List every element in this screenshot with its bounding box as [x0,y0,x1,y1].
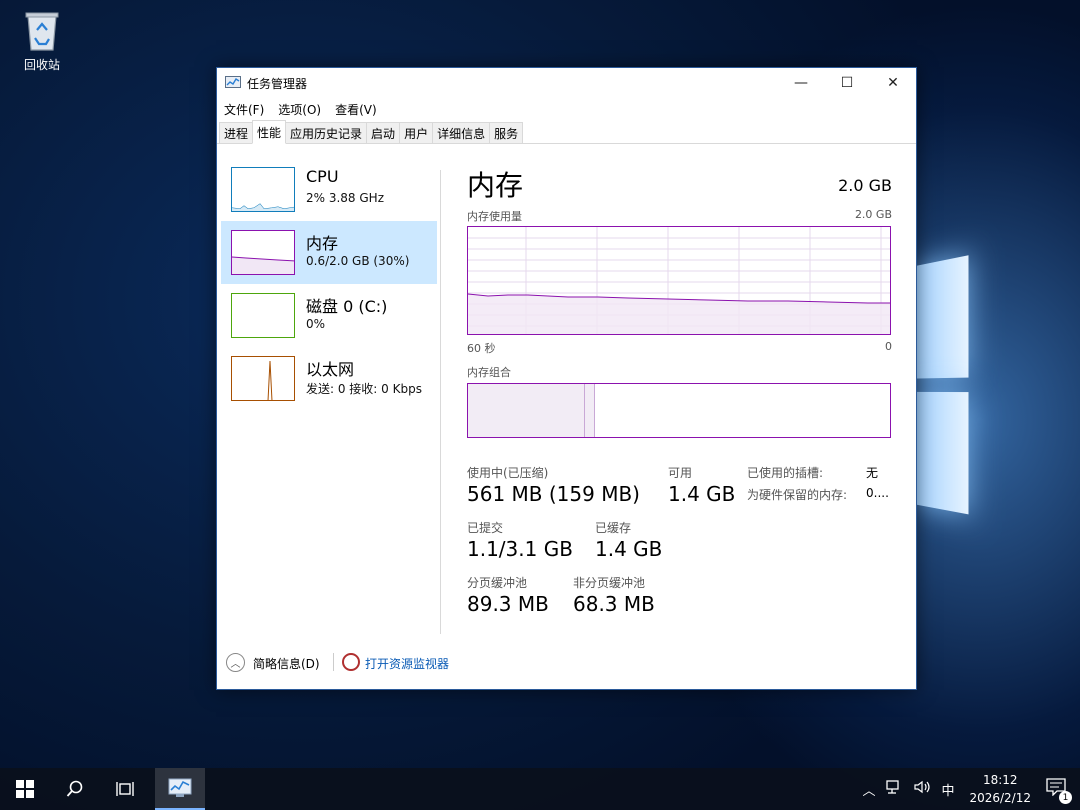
slots-label: 已使用的插槽: [747,466,824,480]
menu-file[interactable]: 文件(F) [224,101,264,118]
task-view-button[interactable] [102,768,150,810]
composition-in-use [468,384,585,437]
window-title: 任务管理器 [247,76,308,91]
recycle-bin-shortcut[interactable]: 回收站 [14,8,70,73]
search-icon [66,780,83,797]
tab-performance[interactable]: 性能 [252,120,287,144]
ethernet-thumbnail-graph [231,356,295,401]
cpu-usage: 2% 3.88 GHz [306,191,385,205]
memory-thumbnail-graph [231,230,295,275]
tab-details[interactable]: 详细信息 [432,122,491,143]
composition-modified [585,384,595,437]
task-manager-icon [225,76,241,88]
paged-pool-label: 分页缓冲池 [467,576,528,590]
recycle-bin-label: 回收站 [23,58,60,72]
windows-logo-wallpaper [914,253,979,526]
menu-view[interactable]: 查看(V) [335,101,377,118]
resource-monitor-icon [342,653,360,671]
clock-time: 18:12 [982,773,1018,787]
memory-usage: 0.6/2.0 GB (30%) [306,254,410,268]
disk-label: 磁盘 0 (C:) [306,297,388,316]
memory-usage-graph [467,226,891,335]
tab-services[interactable]: 服务 [489,122,524,143]
ethernet-throughput: 发送: 0 接收: 0 Kbps [306,382,422,396]
sidebar-item-disk[interactable]: 磁盘 0 (C:) 0% [221,284,437,347]
memory-title: 内存 [467,169,524,202]
menu-options[interactable]: 选项(O) [278,101,321,118]
system-tray: ︿ 中 18:12 2026/2/12 1 [857,768,1080,810]
sidebar-item-ethernet[interactable]: 以太网 发送: 0 接收: 0 Kbps [221,347,437,410]
memory-label: 内存 [306,234,339,253]
cached-label: 已缓存 [595,521,632,535]
in-use-label: 使用中(已压缩) [467,466,549,480]
graph-axis-right: 0 [885,340,892,353]
fewer-details-link[interactable]: 简略信息(D) [253,655,320,672]
usage-graph-label: 内存使用量 [467,210,522,223]
collapse-chevron-icon[interactable]: ︿ [226,653,245,672]
taskbar-task-manager[interactable] [155,768,205,810]
close-button[interactable]: ✕ [870,68,916,98]
windows-start-icon [16,780,34,798]
cached-value: 1.4 GB [595,537,663,561]
title-bar[interactable]: 任务管理器 — ☐ ✕ [217,68,916,98]
pane-divider[interactable] [440,170,441,634]
show-hidden-icons-chevron-icon[interactable]: ︿ [862,780,875,799]
search-button[interactable] [52,768,98,810]
tab-processes[interactable]: 进程 [219,122,254,143]
tab-startup[interactable]: 启动 [366,122,401,143]
taskbar: ︿ 中 18:12 2026/2/12 1 [0,768,1080,810]
sidebar-item-cpu[interactable]: CPU 2% 3.88 GHz [221,158,437,221]
clock-date: 2026/2/12 [969,791,1031,805]
committed-label: 已提交 [467,521,504,535]
maximize-icon: ☐ [840,75,854,91]
nonpaged-pool-value: 68.3 MB [573,592,655,616]
notification-count-badge: 1 [1059,791,1072,804]
clock[interactable]: 18:12 2026/2/12 [969,771,1031,807]
recycle-bin-icon [22,8,62,52]
disk-usage: 0% [306,317,326,331]
tab-app-history[interactable]: 应用历史记录 [285,122,368,143]
disk-thumbnail-graph [231,293,295,338]
memory-composition-bar [467,383,891,438]
start-button[interactable] [0,768,50,810]
task-view-icon [116,782,134,796]
window-footer: ︿ 简略信息(D) 打开资源监视器 [217,639,916,689]
minimize-icon: — [794,75,808,91]
footer-separator [333,653,334,671]
committed-value: 1.1/3.1 GB [467,537,573,561]
paged-pool-value: 89.3 MB [467,592,549,616]
ime-indicator[interactable]: 中 [941,780,954,799]
tab-strip: 进程 性能 应用历史记录 启动 用户 详细信息 服务 [217,120,916,144]
sidebar-item-memory[interactable]: 内存 0.6/2.0 GB (30%) [221,221,437,284]
ethernet-label: 以太网 [306,360,355,379]
usage-graph-max: 2.0 GB [854,208,892,221]
nonpaged-pool-label: 非分页缓冲池 [573,576,646,590]
maximize-button[interactable]: ☐ [824,68,870,98]
cpu-label: CPU [306,167,339,186]
slots-value: 无 [866,466,879,480]
resource-sidebar: CPU 2% 3.88 GHz 内存 0.6/2.0 GB (30%) 磁盘 0… [221,158,437,410]
performance-content: CPU 2% 3.88 GHz 内存 0.6/2.0 GB (30%) 磁盘 0… [217,146,916,689]
graph-axis-left: 60 秒 [467,342,496,355]
available-label: 可用 [668,466,693,480]
network-icon[interactable] [885,779,903,799]
memory-total: 2.0 GB [838,176,892,195]
volume-icon[interactable] [913,779,931,799]
menu-bar: 文件(F) 选项(O) 查看(V) [217,98,916,120]
composition-label: 内存组合 [467,366,511,379]
available-value: 1.4 GB [668,482,736,506]
open-resource-monitor-link[interactable]: 打开资源监视器 [365,655,449,672]
reserved-value: 0.... [866,486,889,500]
task-manager-window: 任务管理器 — ☐ ✕ 文件(F) 选项(O) 查看(V) 进程 性能 应用历史… [216,67,917,690]
action-center-button[interactable]: 1 [1046,778,1072,804]
minimize-button[interactable]: — [778,68,824,98]
close-icon: ✕ [887,75,899,91]
tab-users[interactable]: 用户 [399,122,434,143]
reserved-label: 为硬件保留的内存: [747,488,848,502]
cpu-thumbnail-graph [231,167,295,212]
task-manager-taskbar-icon [168,778,192,797]
in-use-value: 561 MB (159 MB) [467,482,640,506]
